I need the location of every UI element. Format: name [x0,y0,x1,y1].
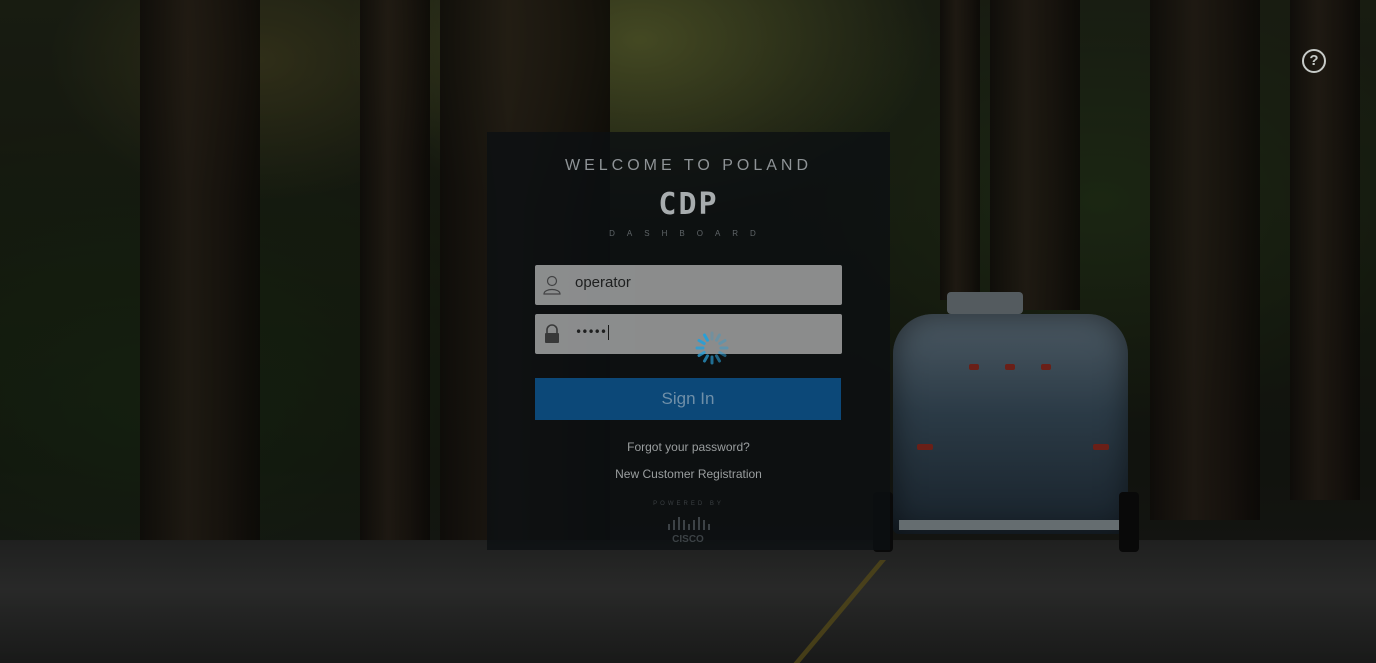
lock-icon [543,324,561,344]
spinner-segment [718,351,727,357]
new-customer-registration-link[interactable]: New Customer Registration [487,467,890,481]
username-value: operator [575,274,631,291]
spinner-segment [703,333,709,342]
loading-spinner-icon [693,329,731,367]
user-icon [543,275,561,295]
logo-text: CDP [658,187,719,222]
spinner-segment [715,333,721,342]
password-value: ••••• [575,314,609,354]
svg-text:CISCO: CISCO [672,534,704,544]
powered-by-label: POWERED BY [653,501,724,507]
username-field[interactable]: operator [535,265,842,305]
welcome-heading: WELCOME TO POLAND [565,157,812,174]
spinner-segment [703,354,709,363]
spinner-segment [718,339,727,345]
spinner-segment [697,351,706,357]
spinner-segment [715,354,721,363]
cisco-logo: CISCO [660,514,716,545]
spinner-segment [697,339,706,345]
logo-subtext: DASHBOARD [609,229,768,238]
help-circle-icon[interactable]: ? [1302,49,1326,73]
forgot-password-link[interactable]: Forgot your password? [487,440,890,454]
password-field[interactable]: ••••• [535,314,842,354]
sign-in-button[interactable]: Sign In [535,378,841,420]
